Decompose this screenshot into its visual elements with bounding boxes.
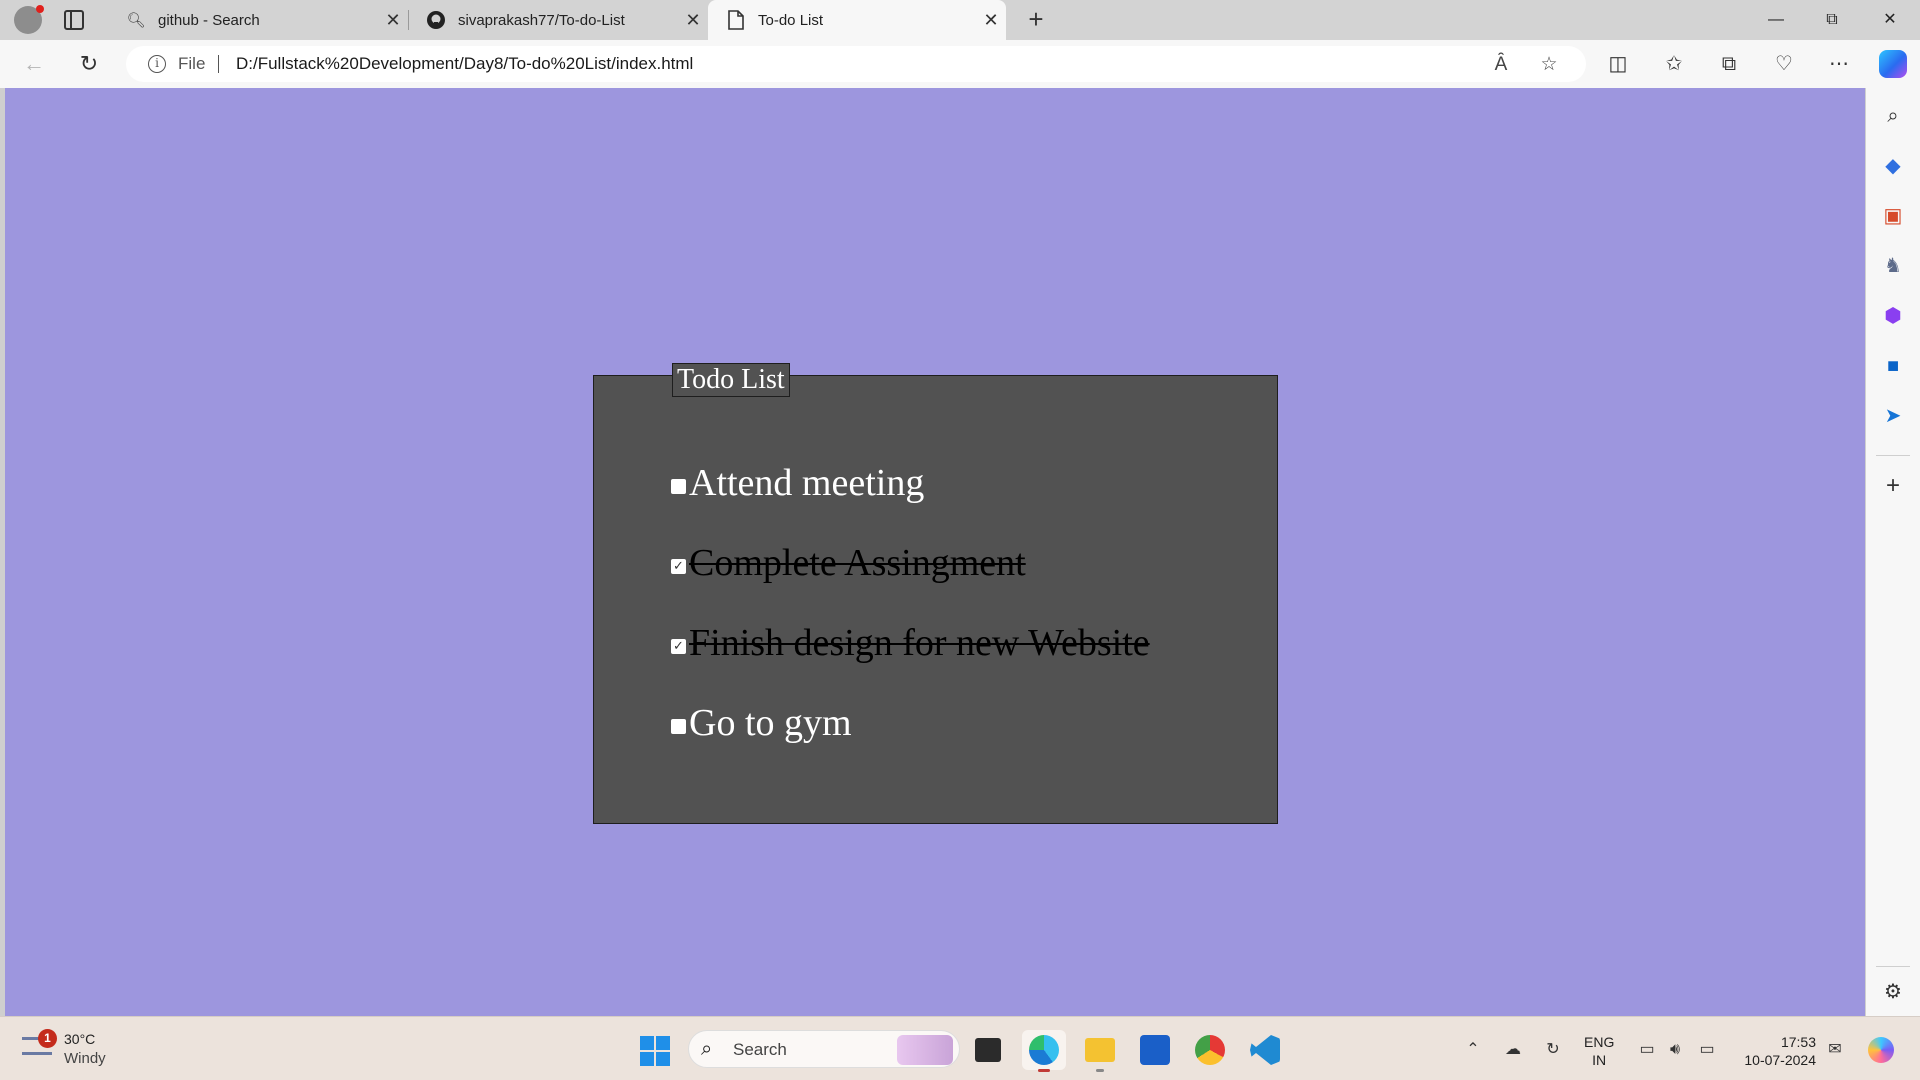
search-highlight-image <box>897 1035 953 1065</box>
microsoft-store-icon[interactable] <box>1133 1030 1177 1070</box>
region-code: IN <box>1592 1052 1607 1068</box>
todo-checkbox[interactable]: ✓ <box>671 638 686 654</box>
copilot-taskbar-icon[interactable] <box>1868 1037 1894 1063</box>
tools-toolbox-icon[interactable]: ▣ <box>1879 202 1907 230</box>
file-explorer-icon[interactable] <box>1078 1030 1122 1072</box>
browser-essentials-icon[interactable]: ♡ <box>1768 48 1800 80</box>
running-app-indicator <box>1096 1069 1104 1072</box>
copilot-icon[interactable] <box>1879 50 1907 78</box>
back-arrow-icon[interactable]: ← <box>18 48 50 80</box>
todo-checkbox[interactable] <box>671 478 686 494</box>
todo-checkbox[interactable] <box>671 718 686 734</box>
tab-todo-list[interactable]: To-do List ✕ <box>708 0 1006 40</box>
tab-title: To-do List <box>758 11 824 29</box>
battery-icon[interactable]: ▭ <box>1696 1039 1718 1061</box>
todo-item: ✓ Finish design for new Website <box>671 603 1150 683</box>
edge-browser-icon[interactable] <box>1022 1030 1066 1072</box>
chevron-up-icon[interactable]: ⌃ <box>1462 1039 1484 1061</box>
info-icon[interactable]: i <box>148 55 166 73</box>
microsoft-365-icon[interactable]: ⬢ <box>1879 302 1907 330</box>
tab-github-search[interactable]: 🔍︎ github - Search ✕ <box>108 0 408 40</box>
tab-actions-icon[interactable] <box>64 10 84 30</box>
search-icon: 🔍︎ <box>126 12 146 29</box>
sidebar-separator <box>1876 455 1910 456</box>
search-icon: ⌕ <box>701 1038 713 1060</box>
todo-fieldset: Todo List Attend meeting ✓ Complete Assi… <box>593 363 1278 824</box>
split-screen-icon[interactable]: ◫ <box>1602 48 1634 80</box>
todo-legend: Todo List <box>672 363 790 397</box>
clock-time: 17:53 <box>1780 1034 1816 1050</box>
add-sidebar-app-icon[interactable]: + <box>1879 472 1907 500</box>
favorite-star-icon[interactable]: ☆ <box>1536 52 1562 78</box>
system-clock[interactable]: 17:53 10-07-2024 <box>1736 1033 1816 1069</box>
close-icon[interactable]: ✕ <box>378 10 408 31</box>
network-icon[interactable]: ▭ <box>1636 1039 1658 1061</box>
outlook-icon[interactable]: ■ <box>1879 352 1907 380</box>
chrome-icon[interactable] <box>1188 1030 1232 1070</box>
input-language[interactable]: ENG IN <box>1584 1033 1614 1069</box>
weather-temperature: 30°C <box>64 1031 96 1047</box>
shopping-tag-icon[interactable]: ◆ <box>1879 152 1907 180</box>
windows-taskbar: 1 30°C Windy ⌕ Search ⌃ ☁ ↻ ENG IN ▭ 🔊︎ … <box>0 1016 1920 1080</box>
notifications-bell-icon[interactable]: ✉ <box>1824 1039 1846 1061</box>
edge-sidebar: ⌕ ◆ ▣ ♞ ⬢ ■ ➤ + ⚙ <box>1866 88 1920 1016</box>
todo-item: Attend meeting <box>671 443 1150 523</box>
start-windows-icon[interactable] <box>640 1036 670 1066</box>
todo-item-text: Finish design for new Website <box>689 622 1150 664</box>
close-icon[interactable]: ✕ <box>976 10 1006 31</box>
close-icon[interactable]: ✕ <box>678 10 708 31</box>
sidebar-separator <box>1876 966 1910 967</box>
restore-button[interactable]: ⧉ <box>1804 0 1860 40</box>
clock-date: 10-07-2024 <box>1744 1052 1816 1068</box>
todo-item: Go to gym <box>671 683 1150 763</box>
address-bar[interactable]: i File D:/Fullstack%20Development/Day8/T… <box>126 46 1586 82</box>
browser-toolbar: ← ↻ i File D:/Fullstack%20Development/Da… <box>0 40 1920 88</box>
onedrive-cloud-icon[interactable]: ☁ <box>1502 1039 1524 1061</box>
sync-icon[interactable]: ↻ <box>1542 1039 1564 1061</box>
taskbar-search-label: Search <box>733 1040 787 1059</box>
more-options-icon[interactable]: ⋯ <box>1823 48 1855 80</box>
profile-avatar-icon[interactable] <box>14 5 44 34</box>
github-icon <box>426 10 446 30</box>
notification-badge: 1 <box>38 1029 57 1048</box>
search-icon[interactable]: ⌕ <box>1879 102 1907 130</box>
send-drop-icon[interactable]: ➤ <box>1879 402 1907 430</box>
document-icon <box>726 10 746 30</box>
new-tab-button[interactable]: + <box>1020 4 1052 36</box>
todo-item-text: Complete Assingment <box>689 542 1026 584</box>
todo-item: ✓ Complete Assingment <box>671 523 1150 603</box>
todo-checkbox[interactable]: ✓ <box>671 558 686 574</box>
minimize-button[interactable]: — <box>1748 0 1804 40</box>
read-aloud-icon[interactable]: Ȃ <box>1488 52 1514 78</box>
collections-icon[interactable]: ⧉ <box>1713 48 1745 80</box>
close-window-button[interactable]: ✕ <box>1862 0 1918 40</box>
language-code: ENG <box>1584 1034 1615 1050</box>
favorites-icon[interactable]: ✩ <box>1658 48 1690 80</box>
url-text[interactable]: D:/Fullstack%20Development/Day8/To-do%20… <box>236 54 693 74</box>
games-chess-icon[interactable]: ♞ <box>1879 252 1907 280</box>
page-viewport: Todo List Attend meeting ✓ Complete Assi… <box>5 88 1865 1016</box>
scheme-label: File <box>178 54 206 73</box>
todo-list: Attend meeting ✓ Complete Assingment ✓ F… <box>671 443 1150 763</box>
todo-item-text: Go to gym <box>689 702 852 744</box>
todo-item-text: Attend meeting <box>689 462 925 504</box>
tab-title: sivaprakash77/To-do-List <box>458 11 625 29</box>
weather-condition: Windy <box>64 1050 106 1067</box>
address-separator <box>218 55 219 73</box>
vscode-icon[interactable] <box>1243 1030 1287 1070</box>
tab-github-repo[interactable]: sivaprakash77/To-do-List ✕ <box>408 0 708 40</box>
taskbar-search-box[interactable]: ⌕ Search <box>688 1030 960 1068</box>
tab-title: github - Search <box>158 11 260 29</box>
refresh-icon[interactable]: ↻ <box>73 48 105 80</box>
task-view-icon[interactable] <box>966 1030 1010 1070</box>
settings-gear-icon[interactable]: ⚙ <box>1879 978 1907 1006</box>
active-app-indicator <box>1038 1069 1050 1072</box>
volume-icon[interactable]: 🔊︎ <box>1664 1039 1686 1061</box>
tab-strip: 🔍︎ github - Search ✕ sivaprakash77/To-do… <box>0 0 1920 40</box>
